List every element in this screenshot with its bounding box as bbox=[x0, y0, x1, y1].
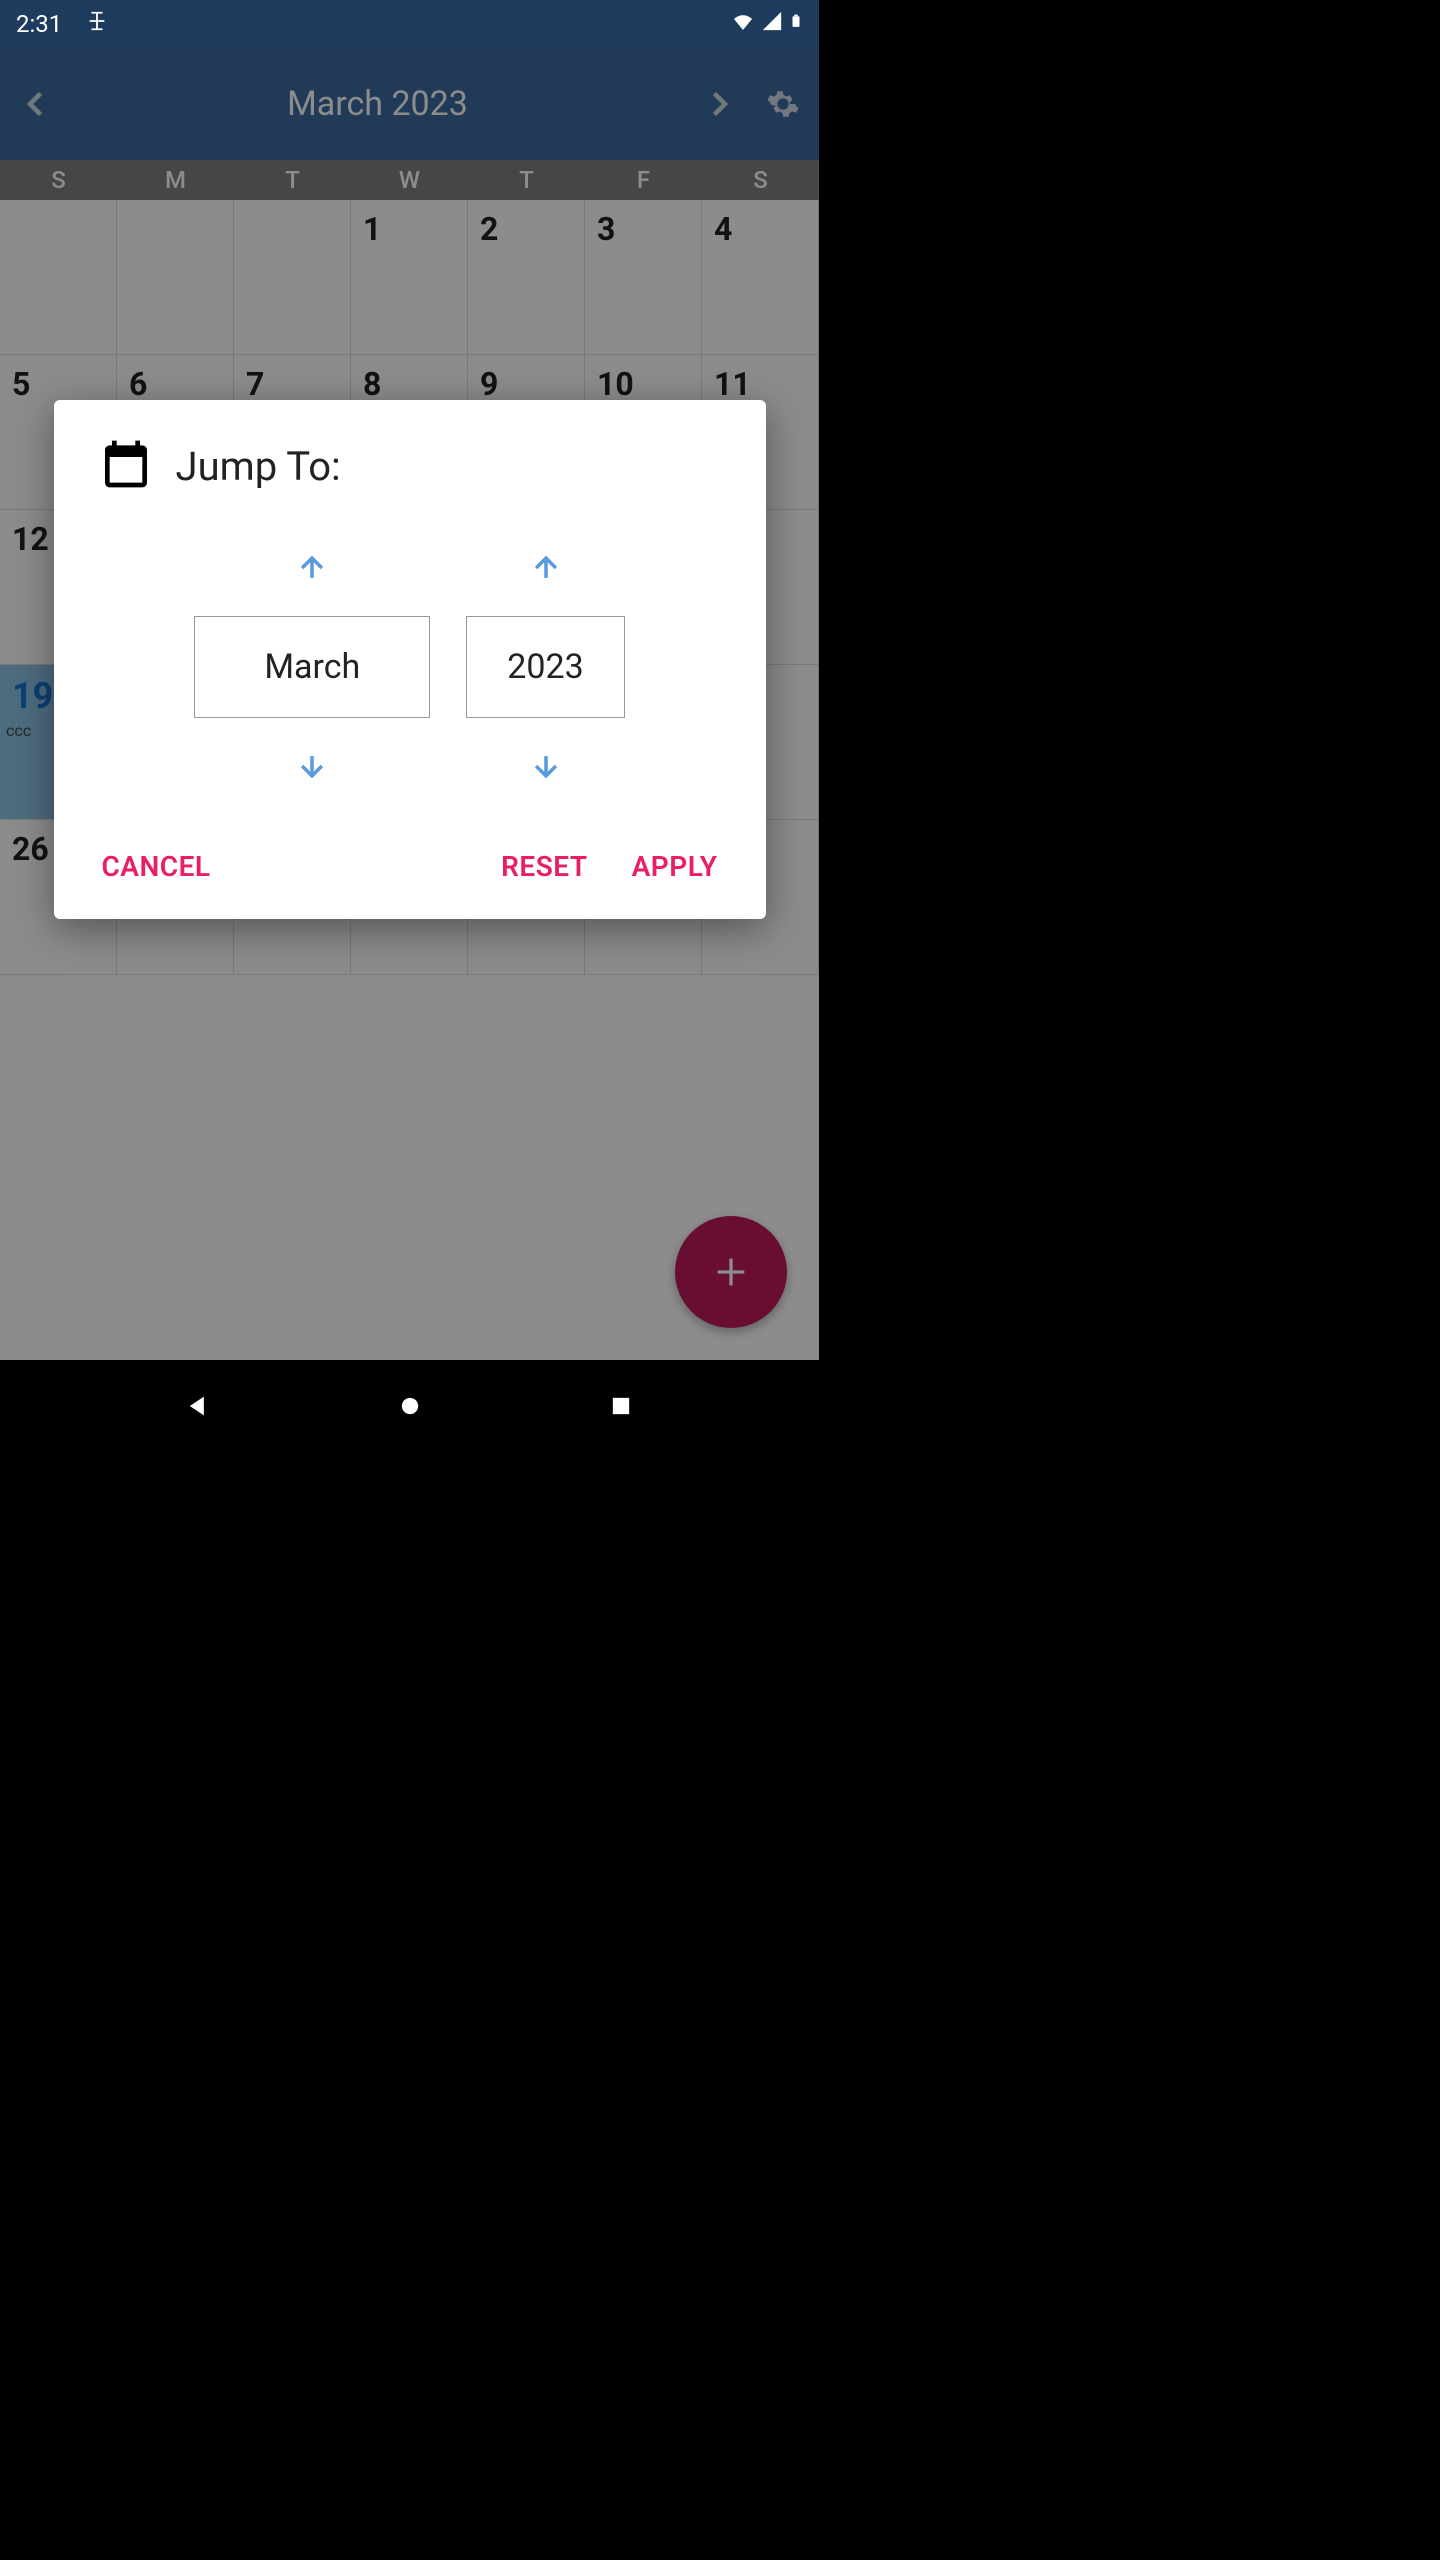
year-down-button[interactable] bbox=[522, 734, 570, 798]
nav-recent-button[interactable] bbox=[607, 1392, 635, 1424]
status-time: 2:31 bbox=[16, 10, 62, 38]
month-picker: March bbox=[194, 536, 430, 798]
status-left: 2:31 bbox=[16, 10, 108, 38]
nav-home-button[interactable] bbox=[396, 1392, 424, 1424]
dialog-title: Jump To: bbox=[176, 443, 341, 490]
calendar-icon bbox=[98, 436, 154, 496]
year-up-button[interactable] bbox=[522, 536, 570, 600]
screen-root: 2:31 March 2023 bbox=[0, 0, 819, 1456]
month-down-button[interactable] bbox=[288, 734, 336, 798]
year-value[interactable]: 2023 bbox=[466, 616, 624, 718]
status-right bbox=[731, 9, 803, 39]
cancel-button[interactable]: CANCEL bbox=[98, 838, 215, 895]
wifi-icon bbox=[731, 9, 755, 39]
reset-button[interactable]: RESET bbox=[497, 838, 591, 895]
dialog-header: Jump To: bbox=[98, 436, 722, 496]
status-app-icon bbox=[86, 10, 108, 38]
nav-back-button[interactable] bbox=[184, 1392, 212, 1424]
year-picker: 2023 bbox=[466, 536, 624, 798]
system-nav-bar bbox=[0, 1360, 819, 1456]
signal-icon bbox=[761, 10, 783, 38]
month-value[interactable]: March bbox=[194, 616, 430, 718]
month-up-button[interactable] bbox=[288, 536, 336, 600]
apply-button[interactable]: APPLY bbox=[628, 838, 722, 895]
dialog-actions: CANCEL RESET APPLY bbox=[98, 838, 722, 895]
dialog-right-actions: RESET APPLY bbox=[497, 838, 721, 895]
picker-row: March 2023 bbox=[98, 536, 722, 798]
battery-icon bbox=[789, 9, 803, 39]
jump-to-dialog: Jump To: March 2023 bbox=[54, 400, 766, 919]
status-bar: 2:31 bbox=[0, 0, 819, 48]
